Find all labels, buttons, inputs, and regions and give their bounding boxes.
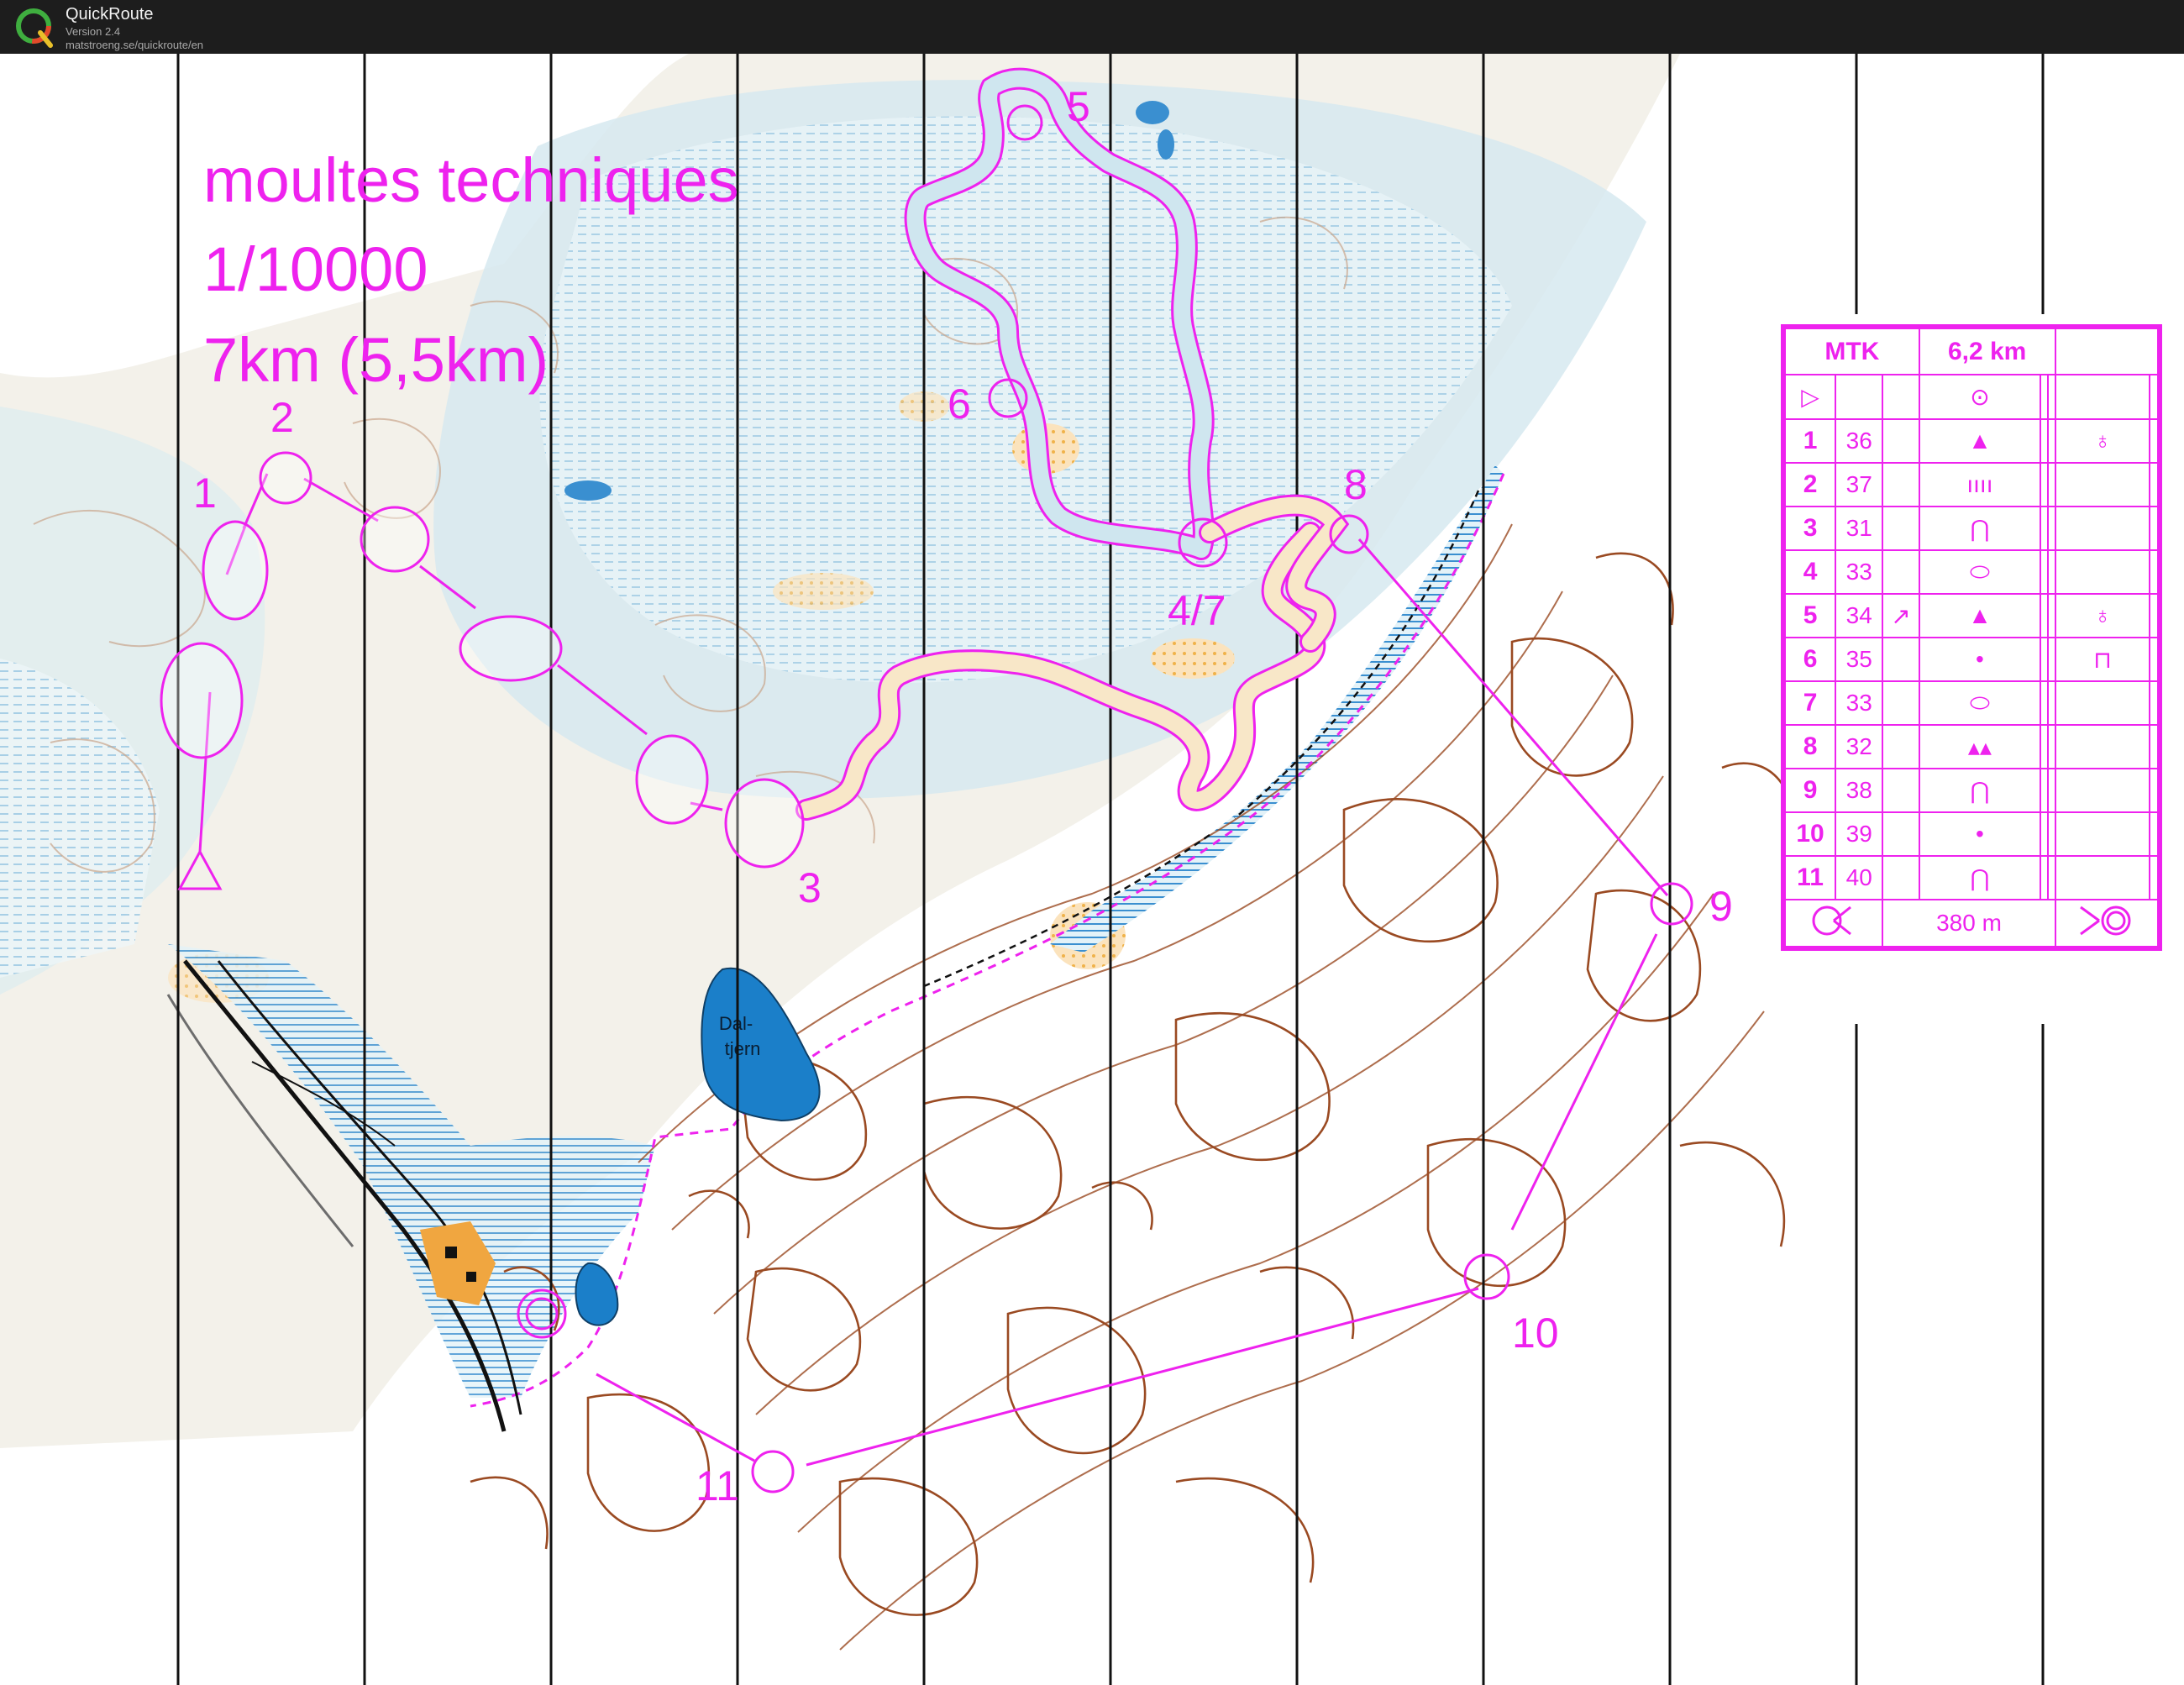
start-symbol: ▷	[1783, 374, 1837, 420]
control-label-5: 5	[1067, 83, 1090, 130]
lake-label-line2: tjern	[725, 1038, 761, 1059]
app-url: matstroeng.se/quickroute/en	[66, 39, 204, 51]
course-title: moultes techniques	[203, 145, 739, 215]
card-row: 4 33 ⬭	[1783, 549, 2159, 595]
control-label-6: 6	[948, 381, 971, 428]
small-lake	[575, 1262, 619, 1326]
app-version: Version 2.4	[66, 25, 121, 38]
control-label-3: 3	[798, 864, 822, 911]
start-feature-symbol: ⊙	[1918, 374, 2042, 420]
control-zone-3	[724, 778, 805, 869]
card-row: 7 33 ⬭	[1783, 680, 2159, 726]
card-row: 6 35 • ⊓	[1783, 637, 2159, 682]
control-zone-2	[259, 451, 312, 505]
control-label-9: 9	[1709, 883, 1733, 930]
app-name: QuickRoute	[66, 5, 154, 24]
quickroute-logo-icon	[16, 8, 53, 48]
control-zone-2b	[360, 506, 430, 573]
card-row: 11 40 ⋂	[1783, 855, 2159, 900]
card-row: 1 36 ▲ ♁	[1783, 418, 2159, 464]
control-zone-11	[751, 1450, 795, 1493]
card-row: 2 37 ıııı	[1783, 462, 2159, 507]
course-length: 7km (5,5km)	[203, 325, 549, 395]
lake-daltjern	[701, 967, 821, 1122]
control-label-47: 4/7	[1168, 587, 1226, 634]
card-row: 8 32 ▴▴	[1783, 724, 2159, 769]
control-zone-2c	[459, 615, 563, 682]
finish-symbol-icon	[2054, 899, 2160, 947]
finish-distance: 380 m	[1882, 899, 2056, 947]
card-row: 10 39 •	[1783, 811, 2159, 857]
control-zone-10	[1463, 1253, 1510, 1300]
control-zone-9	[1650, 882, 1693, 926]
card-row: 9 38 ⋂	[1783, 768, 2159, 813]
card-event-name: MTK	[1784, 328, 1920, 375]
control-zone-2d	[635, 734, 709, 825]
control-label-1: 1	[193, 470, 217, 517]
control-label-8: 8	[1344, 461, 1368, 508]
control-label-10: 10	[1512, 1310, 1559, 1357]
card-row: 3 31 ⋂	[1783, 506, 2159, 551]
lake-label-line1: Dal-	[719, 1013, 753, 1034]
title-bar: QuickRoute Version 2.4 matstroeng.se/qui…	[0, 0, 2184, 54]
control-zone-1	[202, 520, 269, 621]
finish-start-symbol-icon	[1783, 899, 1884, 947]
control-label-2: 2	[270, 394, 294, 441]
control-label-11: 11	[696, 1462, 739, 1509]
course-scale: 1/10000	[203, 234, 428, 304]
control-zone-1a	[160, 642, 244, 759]
control-description-card: MTK 6,2 km ▷ ⊙ 1 36 ▲ ♁ 2 37 ıııı 3 31 ⋂…	[1781, 324, 2162, 951]
card-course-length: 6,2 km	[1918, 328, 2056, 375]
card-row: 5 34 ↗ ▲ ♁	[1783, 593, 2159, 638]
